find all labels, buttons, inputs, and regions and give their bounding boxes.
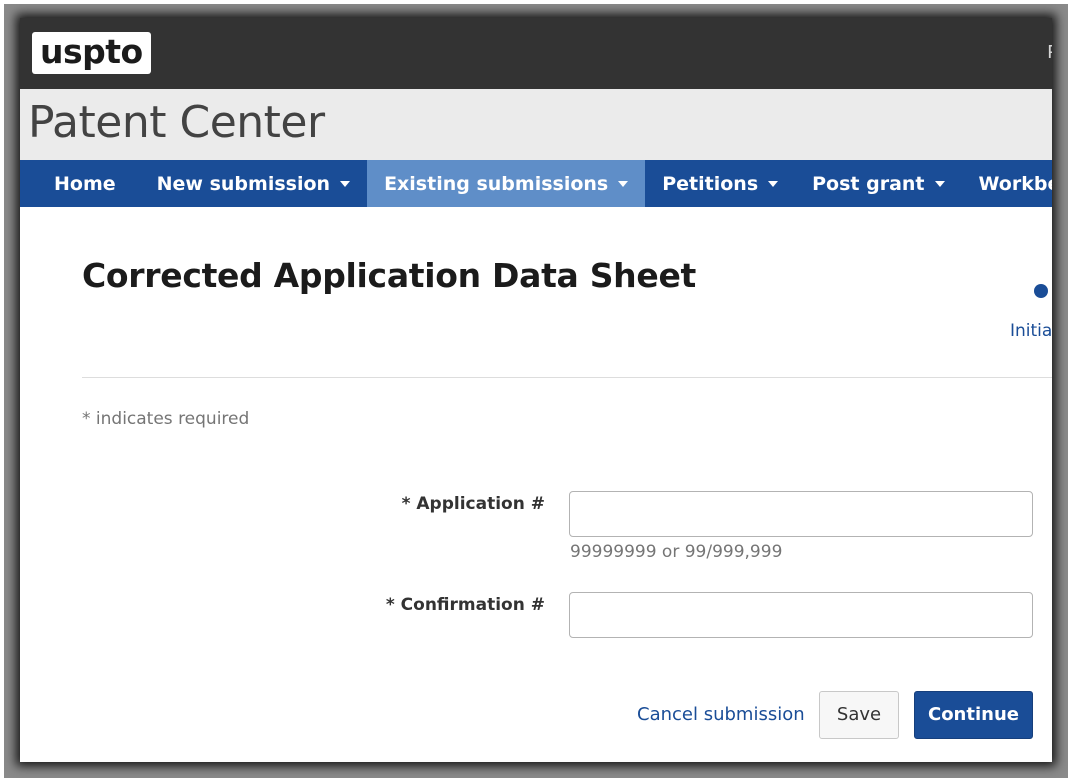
frame-border xyxy=(0,0,1072,782)
screenshot-frame: uspto P Patent Center Home New submissio… xyxy=(0,0,1072,782)
